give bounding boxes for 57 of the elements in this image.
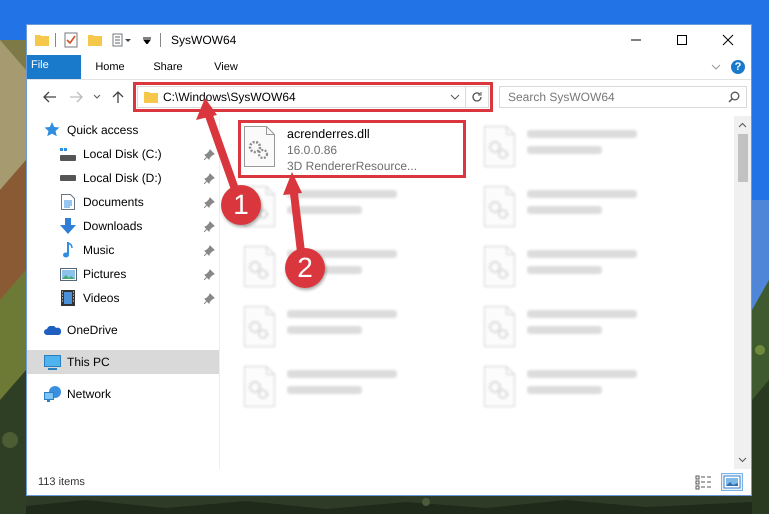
nav-item[interactable]: OneDrive <box>27 318 219 342</box>
file-tile[interactable]: acrenderres.dll 16.0.0.86 3D RendererResource... <box>240 122 464 176</box>
large-icons-view-button[interactable] <box>721 473 743 491</box>
list-icon <box>112 33 132 47</box>
chevron-icon <box>711 64 721 70</box>
caret-icon <box>143 36 151 44</box>
folder-icon <box>35 34 49 46</box>
ribbon-tab[interactable]: Home <box>81 55 139 79</box>
nav-item[interactable]: This PC <box>27 350 219 374</box>
search-icon <box>728 91 740 103</box>
up-arrow-icon <box>112 90 124 104</box>
scroll-thumb[interactable] <box>738 134 748 182</box>
scrollbar[interactable] <box>734 116 751 469</box>
ribbon-tab[interactable]: Share <box>139 55 197 79</box>
nav-item[interactable]: Quick access <box>27 118 219 142</box>
nav-item[interactable]: Local Disk (C:) <box>27 142 219 166</box>
folder-icon <box>88 34 102 46</box>
file-detail: 16.0.0.86 <box>287 142 338 158</box>
ribbon-tab[interactable]: View <box>197 55 255 79</box>
nav-item[interactable]: Videos <box>27 286 219 310</box>
nav-item[interactable]: Pictures <box>27 262 219 286</box>
details-list-icon <box>695 474 713 490</box>
scroll-down-icon <box>738 457 747 463</box>
file-name: acrenderres.dll <box>287 126 371 142</box>
network-icon <box>44 386 60 402</box>
maximize-icon <box>676 34 688 46</box>
nav-item[interactable]: Local Disk (D:) <box>27 166 219 190</box>
picture-icon <box>60 268 76 280</box>
drive-icon <box>60 148 76 160</box>
nav-item[interactable]: Downloads <box>27 214 219 238</box>
item-count: 113 items <box>38 476 85 488</box>
dropdown-chevron-icon <box>450 94 460 100</box>
document-icon <box>61 194 75 210</box>
file-menu-tab[interactable]: File <box>27 55 81 79</box>
download-icon <box>60 218 76 234</box>
chevron-icon <box>93 94 101 100</box>
nav-item[interactable]: Network <box>27 382 219 406</box>
refresh-icon <box>471 91 483 103</box>
image-icon <box>723 474 741 490</box>
checklist-icon <box>64 32 78 48</box>
close-icon <box>722 34 734 46</box>
nav-item[interactable]: Music <box>27 238 219 262</box>
nav-item[interactable]: Documents <box>27 190 219 214</box>
star-icon <box>44 122 60 138</box>
window-title: SysWOW64 <box>171 33 236 47</box>
scroll-up-icon <box>738 122 747 128</box>
file-detail: 3D RendererResource... <box>287 158 418 174</box>
film-icon <box>61 290 75 306</box>
cloud-icon <box>44 326 60 334</box>
forward-arrow-icon <box>69 91 83 103</box>
folder-icon <box>144 91 158 103</box>
drive-icon <box>60 175 76 181</box>
music-note-icon <box>63 242 73 258</box>
monitor-icon <box>44 354 60 370</box>
help-button[interactable]: ? <box>731 60 745 74</box>
search-field[interactable]: Search SysWOW64 <box>499 86 747 108</box>
back-arrow-icon <box>43 91 57 103</box>
